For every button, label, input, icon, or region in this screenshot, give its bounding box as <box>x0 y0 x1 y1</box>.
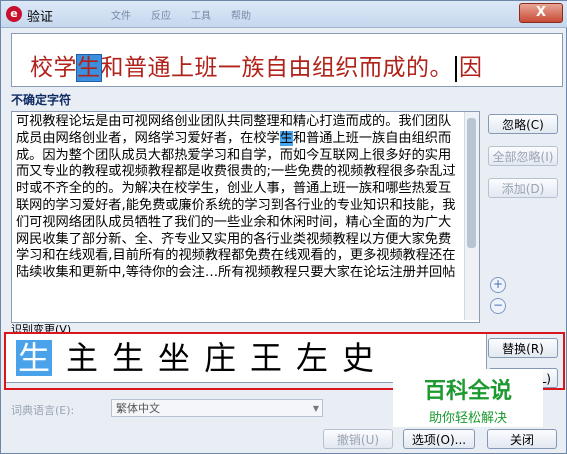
window-title: 验证 <box>27 10 54 25</box>
suggestion-item[interactable]: 史 <box>342 340 374 376</box>
title-bar[interactable]: e 验证 文件 反应 工具 帮助 X <box>1 1 567 28</box>
suggestion-item[interactable]: 主 <box>66 340 98 376</box>
window-close-button[interactable]: X <box>519 3 563 23</box>
suggestion-item[interactable]: 庄 <box>204 340 236 376</box>
watermark-subtitle: 助你轻松解决 <box>428 411 507 426</box>
preview-uncertain-char: 生 <box>76 54 102 82</box>
ignore-all-button[interactable]: 全部忽略(I) <box>488 146 558 166</box>
background-menu-file: 文件 <box>111 11 131 22</box>
suggestion-item[interactable]: 坐 <box>158 340 190 376</box>
zoom-out-icon[interactable]: − <box>490 298 506 314</box>
undo-button[interactable]: 撤销(U) <box>323 429 393 449</box>
preview-before: 校学 <box>30 55 77 81</box>
background-menu-reaction: 反应 <box>151 11 171 22</box>
zoom-in-icon[interactable]: + <box>490 277 506 293</box>
dictionary-language-select[interactable]: 繁体中文 ▼ <box>111 399 323 417</box>
uncertain-chars-label: 不确定字符 <box>11 93 72 107</box>
watermark-logo: 百科全说 助你轻松解决 <box>393 369 543 427</box>
background-menu-help: 帮助 <box>231 11 251 22</box>
text-after: 和普通上班一族自由组织而成。因为整个团队成员大都热爱学习和自学，而如今互联网上很… <box>16 130 456 281</box>
preview-trailing: 因 <box>459 55 483 81</box>
preview-line: 校学生和普通上班一族自由组织而成的。因 <box>30 48 483 82</box>
suggestion-item[interactable]: 左 <box>296 340 328 376</box>
verification-dialog: e 验证 文件 反应 工具 帮助 X 校学生和普通上班一族自由组织而成的。因 不… <box>0 0 567 454</box>
watermark-title: 百科全说 <box>423 379 512 404</box>
recognized-text[interactable]: 可视教程论坛是由可视网络创业团队共同整理和精心打造而成的。我们团队成员由网络创业… <box>16 114 461 282</box>
options-button[interactable]: 选项(O)... <box>403 429 475 449</box>
suggestion-item[interactable]: 生 <box>112 340 144 376</box>
replace-button[interactable]: 替换(R) <box>488 338 558 358</box>
suggestion-item[interactable]: 王 <box>250 340 282 376</box>
suggestion-item-selected[interactable]: 生 <box>16 340 53 376</box>
app-logo-icon: e <box>6 6 22 22</box>
character-preview: 校学生和普通上班一族自由组织而成的。因 <box>11 33 563 87</box>
close-button[interactable]: 关闭 <box>487 429 557 449</box>
background-menu-tools: 工具 <box>191 11 211 22</box>
dictionary-language-label: 词典语言(E): <box>11 404 75 417</box>
recognized-text-area[interactable]: 可视教程论坛是由可视网络创业团队共同整理和精心打造而成的。我们团队成员由网络创业… <box>11 111 480 323</box>
preview-after: 和普通上班一族自由组织而成的。 <box>100 55 453 81</box>
text-cursor <box>455 55 457 82</box>
dictionary-language-value: 繁体中文 <box>116 402 160 415</box>
text-scrollbar[interactable] <box>464 112 479 320</box>
text-uncertain-char[interactable]: 生 <box>279 130 293 146</box>
chevron-down-icon: ▼ <box>312 404 319 413</box>
ignore-button[interactable]: 忽略(C) <box>488 114 558 134</box>
add-button[interactable]: 添加(D) <box>488 178 558 198</box>
scrollbar-thumb[interactable] <box>467 118 476 248</box>
